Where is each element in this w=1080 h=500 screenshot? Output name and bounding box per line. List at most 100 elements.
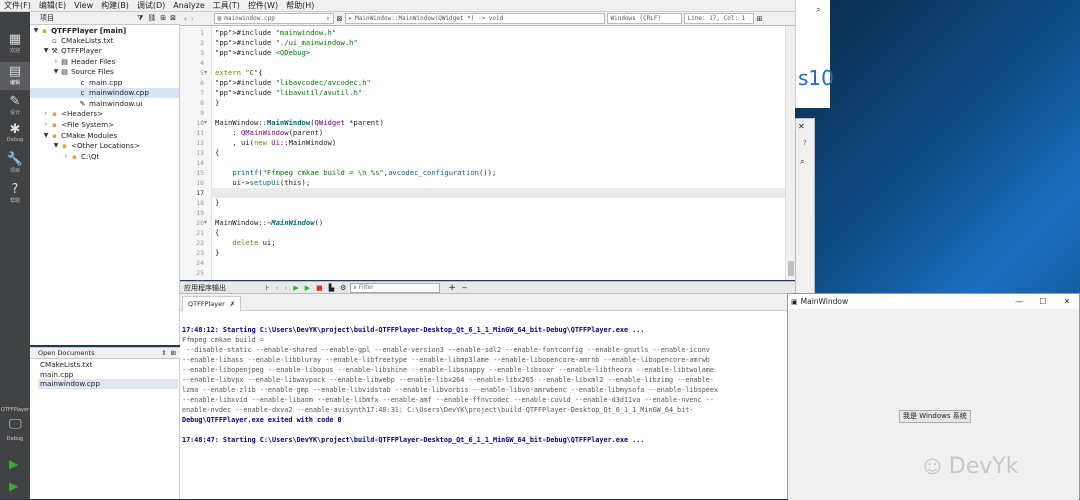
menu-item[interactable]: 控件(W) (244, 0, 282, 12)
application-output[interactable]: 17:48:12: Starting C:\Users\DevYK\projec… (180, 311, 790, 499)
filter-icon[interactable]: ⧩ (137, 14, 143, 23)
minus-icon[interactable]: − (462, 284, 468, 292)
expand-arrow-icon[interactable]: › (52, 57, 60, 67)
mode-debug[interactable]: ✱ Debug (0, 120, 30, 148)
add-icon[interactable]: + (448, 283, 456, 293)
open-document-item[interactable]: mainwindow.cpp (38, 379, 178, 389)
mode-grid[interactable]: ▦ 欢迎 (0, 30, 30, 58)
tree-item[interactable]: ▼ ⚒ QTFFPlayer (42, 46, 102, 56)
split-editor-icon[interactable]: ⊞ (757, 15, 763, 23)
fold-arrow-icon[interactable]: ▾ (204, 118, 207, 128)
watermark: ☺ DevYk (923, 454, 1018, 479)
expand-arrow-icon[interactable]: ▼ (52, 141, 60, 151)
app-icon: ▣ (791, 297, 798, 306)
menu-item[interactable]: View (70, 0, 97, 12)
side-window-2: ✕ ? ⌕ (795, 118, 815, 298)
close-icon[interactable]: ✕ (798, 122, 805, 131)
windows-system-button[interactable]: 我是 Windows 系统 (899, 410, 971, 423)
tree-item[interactable]: ▼ ▪ QTFFPlayer [main] (32, 26, 127, 36)
menu-item[interactable]: 工具(T) (209, 0, 244, 12)
expand-arrow-icon[interactable]: ▼ (42, 46, 50, 56)
tree-item[interactable]: ▫ CMakeLists.txt (42, 36, 113, 46)
menu-item[interactable]: 调试(D) (133, 0, 169, 12)
stop-icon[interactable]: ■ (316, 284, 323, 292)
next-icon[interactable]: › (284, 284, 287, 292)
tree-item[interactable]: ✎ mainwindow.ui (70, 99, 143, 109)
forward-icon[interactable]: › (191, 15, 194, 23)
tree-item[interactable]: › ▤ Header Files (52, 57, 115, 67)
file-icon: ▫ (52, 37, 57, 45)
monitor-icon[interactable]: 🖵 (9, 417, 22, 432)
menu-item[interactable]: 编辑(E) (35, 0, 70, 12)
split-icon[interactable]: ⇕ (161, 349, 166, 357)
file-selector[interactable]: ▤ mainwindow.cpp ⇕ (213, 13, 334, 24)
output-tab[interactable]: QTFFPlayer ✗ (182, 296, 242, 311)
link-icon[interactable]: ⛓ (147, 14, 156, 23)
tree-item[interactable]: › ▪ <File System> (42, 120, 114, 130)
tree-item[interactable]: › ▪ <Headers> (42, 109, 103, 119)
attach-icon[interactable]: ▙ (329, 284, 334, 292)
line-number: 6 (200, 79, 204, 87)
tree-item[interactable]: ▼ ▪ CMake Modules (42, 131, 117, 141)
tree-item-label: QTFFPlayer [main] (51, 26, 127, 35)
rerun-icon[interactable]: ▶ (305, 284, 310, 292)
run-icon[interactable]: ▶ (293, 284, 298, 292)
prev-icon[interactable]: ‹ (276, 284, 279, 292)
tree-item-label: CMakeLists.txt (61, 36, 114, 45)
fold-arrow-icon[interactable]: ▾ (204, 218, 207, 228)
maximize-icon[interactable]: ☐ (1031, 297, 1055, 306)
tree-item-label: <File System> (61, 120, 115, 129)
close-file-icon[interactable]: ⊠ (337, 15, 343, 23)
tree-item[interactable]: ▼ ▤ Source Files (52, 67, 114, 77)
code-editor[interactable]: "pp">#include "mainwindow.h" "pp">#includ… (212, 26, 785, 280)
search-icon[interactable]: ⌕ (816, 5, 820, 15)
file-icon: ▪ (62, 142, 67, 150)
tree-item[interactable]: › ▪ C:\Qt (62, 152, 100, 162)
fold-arrow-icon[interactable]: ▾ (204, 68, 207, 78)
mode-design[interactable]: ✎ 设计 (0, 92, 30, 120)
symbol-selector[interactable]: ▸ MainWindow::MainWindow(QWidget *) -> v… (344, 13, 605, 24)
menu-item[interactable]: 文件(F) (0, 0, 35, 12)
expand-arrow-icon[interactable]: ▼ (42, 131, 50, 141)
menu-item[interactable]: 帮助(H) (282, 0, 318, 12)
open-document-item[interactable]: main.cpp (40, 370, 73, 380)
wrench-icon: 🔧 (6, 152, 24, 167)
close-icon[interactable]: ⊞ (171, 349, 176, 357)
expand-arrow-icon[interactable]: ▼ (32, 26, 40, 36)
close-icon[interactable]: ✗ (230, 300, 235, 308)
close-icon[interactable]: ✕ (1055, 297, 1079, 306)
run-icon[interactable]: ▶ (9, 457, 18, 471)
mode-wrench[interactable]: 🔧 项目 (0, 150, 30, 178)
tree-item[interactable]: c main.cpp (70, 78, 123, 88)
tree-item[interactable]: ▼ ▪ <Other Locations> (52, 141, 140, 151)
encoding-selector[interactable]: Windows (CRLF) (606, 13, 682, 24)
menu-item[interactable]: Analyze (169, 0, 209, 12)
open-document-item[interactable]: CMakeLists.txt (40, 360, 92, 370)
bar-icon[interactable]: ⊦ (266, 284, 270, 292)
code-line: "pp">#include "libavcodec/avcodec.h" (215, 78, 371, 87)
encoding-label: Windows (CRLF) (610, 15, 662, 22)
expand-arrow-icon[interactable]: ▼ (52, 67, 60, 77)
back-icon[interactable]: ‹ (184, 15, 187, 23)
output-line: 17:48:12: Starting C:\Users\DevYK\projec… (182, 326, 645, 334)
scroll-thumb[interactable] (788, 261, 794, 276)
expand-arrow-icon[interactable]: › (42, 120, 50, 130)
tree-item[interactable]: c mainwindow.cpp (30, 88, 179, 98)
search-icon[interactable]: ⌕ (800, 157, 804, 167)
close-icon[interactable]: ⊠ (170, 14, 176, 23)
minimize-icon[interactable]: — (1007, 297, 1031, 306)
debug-run-icon[interactable]: ▶ (9, 479, 18, 493)
mode-edit[interactable]: ▤ 编辑 (0, 62, 30, 90)
expand-arrow-icon[interactable]: › (42, 109, 50, 119)
gear-icon[interactable]: ⚙ (340, 284, 346, 292)
help-icon[interactable]: ? (803, 139, 807, 147)
cursor-position[interactable]: Line: 17, Col: 1 (683, 13, 754, 24)
output-filter-input[interactable] (358, 284, 429, 291)
code-line: MainWindow::~MainWindow() (215, 218, 324, 227)
expand-arrow-icon[interactable]: › (62, 152, 70, 162)
editor-scrollbar[interactable] (785, 26, 795, 280)
mode-help[interactable]: ? 帮助 (0, 180, 30, 208)
menu-item[interactable]: 构建(B) (97, 0, 133, 12)
split-icon[interactable]: ⊞ (160, 14, 166, 23)
code-line: } (215, 198, 220, 207)
